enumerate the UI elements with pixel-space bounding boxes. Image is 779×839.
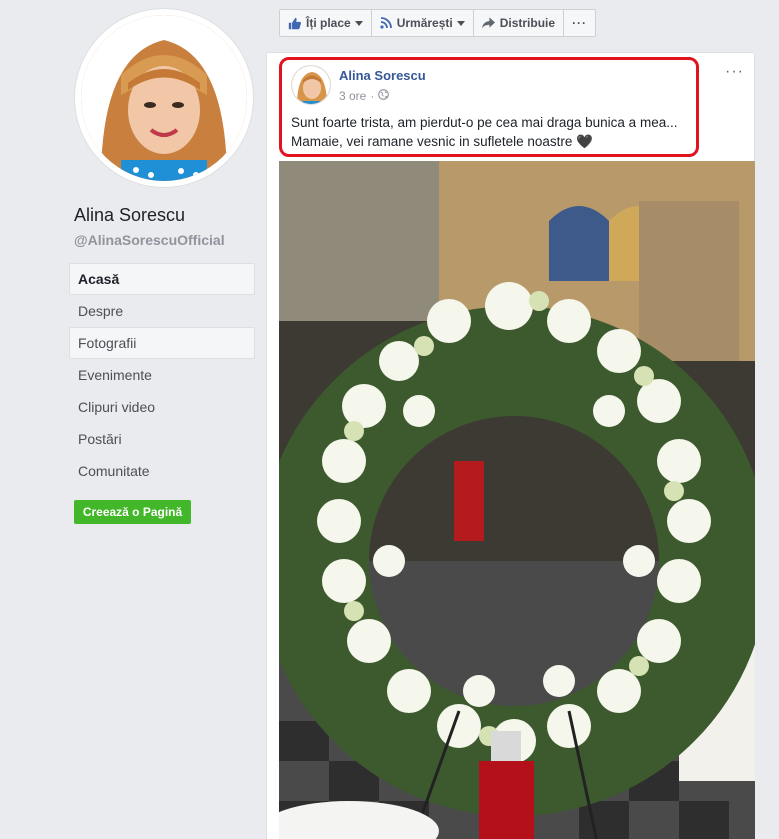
follow-button[interactable]: Urmărești: [372, 10, 474, 36]
post-text: Sunt foarte trista, am pierdut-o pe cea …: [291, 113, 701, 151]
like-label: Îți place: [306, 16, 351, 30]
share-arrow-icon: [481, 17, 495, 29]
page-action-bar: Îți place Urmărești Distribuie ···: [279, 9, 597, 37]
globe-icon[interactable]: [378, 89, 390, 103]
post-text-line: Sunt foarte trista, am pierdut-o pe cea …: [291, 115, 678, 130]
thumbs-up-icon: [288, 17, 301, 30]
more-actions-button[interactable]: ···: [564, 10, 595, 36]
profile-picture[interactable]: [81, 15, 247, 181]
chevron-down-icon: [354, 20, 363, 26]
share-button[interactable]: Distribuie: [474, 10, 565, 36]
rss-icon: [380, 17, 392, 29]
create-page-button[interactable]: Creează o Pagină: [74, 500, 191, 524]
left-sidebar: Alina Sorescu @AlinaSorescuOfficial Acas…: [0, 0, 265, 839]
like-button[interactable]: Îți place: [280, 10, 372, 36]
post-author-name[interactable]: Alina Sorescu: [339, 68, 426, 83]
meta-separator: ·: [370, 89, 375, 103]
nav-item-comunitate[interactable]: Comunitate: [69, 455, 255, 487]
nav-item-fotografii[interactable]: Fotografii: [69, 327, 255, 359]
page-nav: Acasă Despre Fotografii Evenimente Clipu…: [69, 263, 255, 487]
share-label: Distribuie: [499, 16, 556, 30]
nav-item-acasa[interactable]: Acasă: [69, 263, 255, 295]
nav-item-clipuri-video[interactable]: Clipuri video: [69, 391, 255, 423]
page-handle[interactable]: @AlinaSorescuOfficial: [74, 232, 225, 248]
post-text-line: Mamaie, vei ramane vesnic in sufletele n…: [291, 134, 593, 149]
nav-item-postari[interactable]: Postări: [69, 423, 255, 455]
chevron-down-icon: [456, 20, 465, 26]
more-dots-icon: ···: [572, 16, 588, 30]
post-photo[interactable]: [279, 161, 755, 839]
follow-label: Urmărești: [396, 16, 453, 30]
post-timestamp[interactable]: 3 ore: [339, 89, 366, 103]
profile-picture-frame[interactable]: [74, 8, 254, 188]
post-author-avatar[interactable]: [291, 65, 331, 105]
post-card: Alina Sorescu 3 ore · ··· Sunt foarte tr…: [266, 52, 755, 839]
page-name[interactable]: Alina Sorescu: [74, 205, 185, 226]
nav-item-despre[interactable]: Despre: [69, 295, 255, 327]
post-meta: 3 ore ·: [339, 89, 390, 103]
post-options-button[interactable]: ···: [725, 63, 744, 81]
nav-item-evenimente[interactable]: Evenimente: [69, 359, 255, 391]
